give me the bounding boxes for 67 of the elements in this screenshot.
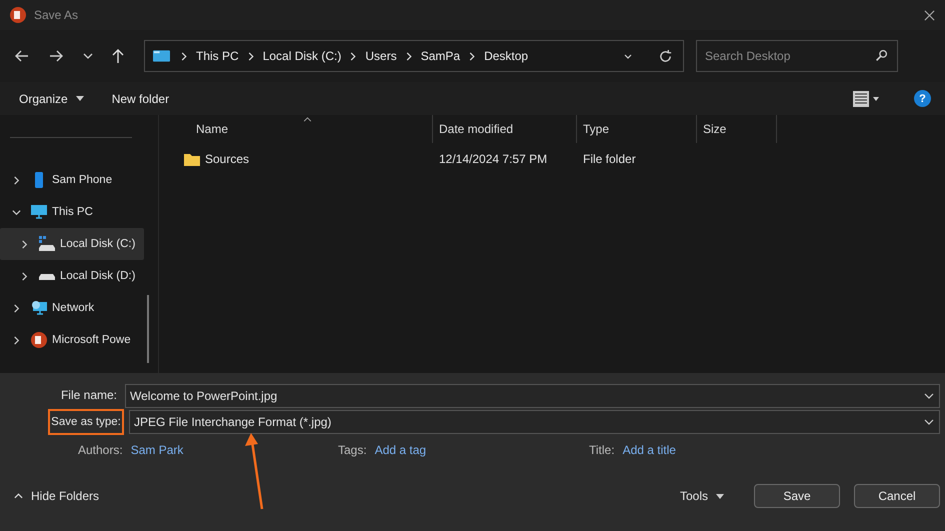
search-field[interactable]: Search Desktop (696, 40, 898, 72)
app-icon (10, 7, 26, 23)
drive-icon (39, 236, 55, 252)
organize-menu[interactable]: Organize (19, 92, 84, 106)
combo-box[interactable]: JPEG File Interchange Format (*.jpg) (129, 410, 940, 434)
back-icon[interactable] (14, 48, 30, 64)
tree-item[interactable]: This PC (0, 196, 144, 228)
chevron-right-icon (350, 52, 356, 60)
file-row[interactable]: Sources 12/14/2024 7:57 PM File folder (159, 143, 945, 175)
tools-menu[interactable]: Tools (680, 489, 724, 503)
tree-item[interactable]: Network (0, 292, 144, 324)
expander-icon[interactable] (20, 272, 29, 280)
tree-item[interactable]: Sam Phone (0, 164, 144, 196)
window-title: Save As (34, 8, 78, 22)
table-cell: Sources (205, 152, 250, 166)
breadcrumb-item[interactable]: Desktop (484, 49, 528, 63)
chevron-right-icon (248, 52, 254, 60)
expander-icon[interactable] (12, 176, 21, 184)
expander-icon[interactable] (12, 208, 21, 216)
column-header[interactable]: Date modified (433, 115, 577, 143)
column-header[interactable]: Size (697, 115, 777, 143)
search-icon (875, 49, 888, 62)
hide-folders-button[interactable]: Hide Folders (14, 489, 100, 503)
field-label: Save as type: (48, 409, 124, 435)
table-cell-text: File folder (582, 152, 637, 166)
meta-value-link[interactable]: Add a tag (374, 443, 426, 457)
meta-value-link[interactable]: Add a title (622, 443, 676, 457)
up-icon[interactable] (110, 48, 126, 64)
address-bar[interactable]: This PC Local Disk (C:) Users SamPa Desktop (144, 40, 684, 72)
network-icon (31, 300, 47, 316)
app-icon (31, 332, 47, 348)
chevron-right-icon (406, 52, 412, 60)
column-header[interactable]: Name (190, 115, 433, 143)
meta-label: Authors: (78, 443, 123, 457)
meta-label: Title: (589, 443, 615, 457)
meta-value-link[interactable]: Sam Park (130, 443, 184, 457)
refresh-icon[interactable] (658, 48, 673, 64)
chevron-up-icon (14, 493, 23, 499)
tree-item[interactable]: Local Disk (C:) (0, 228, 144, 260)
close-icon[interactable] (924, 10, 935, 20)
help-button[interactable]: ? (914, 90, 931, 107)
expander-icon[interactable] (12, 336, 21, 344)
column-header[interactable]: Type (577, 115, 697, 143)
breadcrumb-item[interactable]: Local Disk (C:) (262, 49, 342, 63)
combo-box[interactable]: Welcome to PowerPoint.jpg (125, 384, 940, 408)
forward-icon[interactable] (48, 48, 64, 64)
table-cell-text: 12/14/2024 7:57 PM (438, 152, 548, 166)
field-label: File name: (60, 387, 118, 404)
tree-item[interactable]: Local Disk (D:) (0, 260, 144, 292)
pc-icon (153, 50, 170, 62)
tree-item[interactable]: Microsoft Powe (0, 324, 144, 356)
new-folder-button[interactable]: New folder (112, 92, 170, 106)
breadcrumb-item[interactable]: This PC (196, 49, 239, 63)
caret-icon (76, 96, 84, 101)
dialog-button[interactable]: Cancel (854, 484, 940, 508)
caret-icon (716, 494, 724, 498)
dialog-button[interactable]: Save (754, 484, 840, 508)
breadcrumb-item[interactable]: SamPa (420, 49, 460, 63)
expander-icon[interactable] (20, 240, 29, 248)
folder-icon (184, 152, 200, 166)
chevron-right-icon (181, 52, 187, 60)
meta-label: Tags: (338, 443, 367, 457)
monitor-icon (31, 204, 47, 220)
expander-icon[interactable] (12, 304, 21, 312)
sort-icon (303, 117, 312, 122)
breadcrumb-item[interactable]: Users (365, 49, 397, 63)
chevron-right-icon (469, 52, 476, 60)
